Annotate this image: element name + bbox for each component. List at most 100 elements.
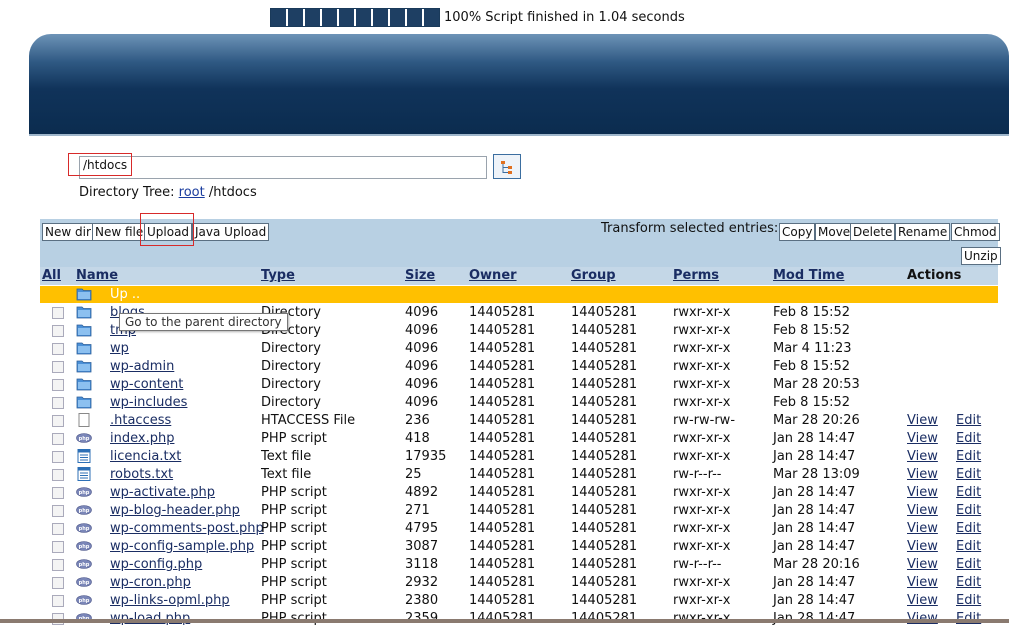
row-checkbox[interactable] — [52, 595, 64, 607]
row-checkbox[interactable] — [52, 541, 64, 553]
root-link[interactable]: root — [179, 185, 205, 200]
file-name-link[interactable]: wp-content — [110, 377, 183, 392]
header-name[interactable]: Name — [76, 268, 118, 283]
rename-button[interactable]: Rename — [895, 223, 951, 241]
java-upload-button[interactable]: Java Upload — [192, 223, 270, 241]
file-perms: rwxr-xr-x — [673, 449, 731, 464]
row-checkbox[interactable] — [52, 415, 64, 427]
edit-link[interactable]: Edit — [956, 539, 981, 554]
view-link[interactable]: View — [907, 449, 938, 464]
view-link[interactable]: View — [907, 467, 938, 482]
file-owner: 14405281 — [469, 521, 536, 536]
row-checkbox[interactable] — [52, 487, 64, 499]
text-file-icon — [77, 449, 91, 463]
file-name-link[interactable]: wp-links-opml.php — [110, 593, 230, 608]
row-checkbox[interactable] — [52, 307, 64, 319]
header-all[interactable]: All — [42, 268, 61, 283]
file-mod-time: Jan 28 14:47 — [773, 575, 856, 590]
row-checkbox[interactable] — [52, 451, 64, 463]
file-name-link[interactable]: .htaccess — [110, 413, 171, 428]
file-name-link[interactable]: wp-config.php — [110, 557, 202, 572]
row-checkbox[interactable] — [52, 325, 64, 337]
edit-link[interactable]: Edit — [956, 449, 981, 464]
delete-button[interactable]: Delete — [850, 223, 896, 241]
edit-link[interactable]: Edit — [956, 593, 981, 608]
edit-link[interactable]: Edit — [956, 485, 981, 500]
file-name-link[interactable]: wp-config-sample.php — [110, 539, 254, 554]
header-owner[interactable]: Owner — [469, 268, 517, 283]
file-size: 4096 — [405, 395, 439, 410]
file-name-link[interactable]: robots.txt — [110, 467, 173, 482]
row-checkbox[interactable] — [52, 397, 64, 409]
new-file-button[interactable]: New file — [92, 223, 147, 241]
file-name-link[interactable]: index.php — [110, 431, 174, 446]
file-size: 4096 — [405, 305, 439, 320]
file-perms: rwxr-xr-x — [673, 485, 731, 500]
view-link[interactable]: View — [907, 413, 938, 428]
row-checkbox[interactable] — [52, 577, 64, 589]
file-name-link[interactable]: wp-cron.php — [110, 575, 191, 590]
edit-link[interactable]: Edit — [956, 467, 981, 482]
up-row[interactable]: Up .. — [40, 286, 998, 303]
row-checkbox[interactable] — [52, 379, 64, 391]
directory-tree-path: /htdocs — [208, 185, 257, 200]
table-header: All Name Type Size Owner Group Perms Mod… — [40, 267, 998, 285]
view-link[interactable]: View — [907, 503, 938, 518]
move-button[interactable]: Move — [815, 223, 854, 241]
file-name-link[interactable]: wp-includes — [110, 395, 187, 410]
file-owner: 14405281 — [469, 449, 536, 464]
view-link[interactable]: View — [907, 539, 938, 554]
path-input-value[interactable]: /htdocs — [68, 153, 132, 176]
header-size[interactable]: Size — [405, 268, 435, 283]
row-checkbox[interactable] — [52, 433, 64, 445]
svg-text:php: php — [79, 544, 90, 550]
header-type[interactable]: Type — [261, 268, 295, 283]
file-owner: 14405281 — [469, 377, 536, 392]
view-link[interactable]: View — [907, 431, 938, 446]
row-checkbox[interactable] — [52, 469, 64, 481]
header-perms[interactable]: Perms — [673, 268, 719, 283]
copy-button[interactable]: Copy — [779, 223, 816, 241]
file-size: 4096 — [405, 323, 439, 338]
edit-link[interactable]: Edit — [956, 413, 981, 428]
file-type: PHP script — [261, 521, 327, 536]
header-group[interactable]: Group — [571, 268, 616, 283]
table-row: php index.php PHP script 418 14405281 1440528… — [40, 430, 998, 448]
progress-block — [424, 8, 439, 26]
edit-link[interactable]: Edit — [956, 557, 981, 572]
view-link[interactable]: View — [907, 485, 938, 500]
table-row: php wp-links-opml.php PHP script 2380 144052… — [40, 592, 998, 610]
directory-tree-button[interactable] — [493, 154, 521, 179]
file-name-link[interactable]: wp-blog-header.php — [110, 503, 240, 518]
file-name-link[interactable]: wp-comments-post.php — [110, 521, 264, 536]
view-link[interactable]: View — [907, 557, 938, 572]
file-name-link[interactable]: licencia.txt — [110, 449, 181, 464]
header-divider — [29, 134, 1009, 136]
new-dir-button[interactable]: New dir — [42, 223, 94, 241]
file-owner: 14405281 — [469, 467, 536, 482]
edit-link[interactable]: Edit — [956, 575, 981, 590]
row-checkbox[interactable] — [52, 361, 64, 373]
row-checkbox[interactable] — [52, 343, 64, 355]
header-mod-time[interactable]: Mod Time — [773, 268, 844, 283]
row-checkbox[interactable] — [52, 523, 64, 535]
unzip-button[interactable]: Unzip — [961, 247, 1001, 265]
view-link[interactable]: View — [907, 575, 938, 590]
file-type: PHP script — [261, 575, 327, 590]
folder-icon — [76, 378, 92, 391]
view-link[interactable]: View — [907, 521, 938, 536]
file-owner: 14405281 — [469, 539, 536, 554]
edit-link[interactable]: Edit — [956, 521, 981, 536]
view-link[interactable]: View — [907, 593, 938, 608]
path-input[interactable] — [79, 156, 487, 179]
edit-link[interactable]: Edit — [956, 503, 981, 518]
edit-link[interactable]: Edit — [956, 431, 981, 446]
file-name-link[interactable]: wp-admin — [110, 359, 174, 374]
row-checkbox[interactable] — [52, 559, 64, 571]
row-checkbox[interactable] — [52, 505, 64, 517]
file-name-link[interactable]: wp-activate.php — [110, 485, 215, 500]
file-name-link[interactable]: wp — [110, 341, 129, 356]
up-link[interactable]: Up .. — [110, 287, 140, 302]
chmod-button[interactable]: Chmod — [951, 223, 1000, 241]
file-owner: 14405281 — [469, 305, 536, 320]
